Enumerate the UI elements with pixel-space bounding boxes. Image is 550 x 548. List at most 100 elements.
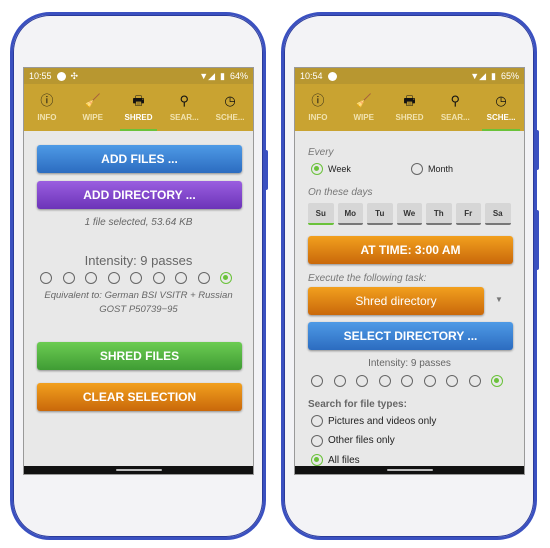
intensity-radio-3[interactable] [85, 272, 97, 284]
tab-label: INFO [37, 112, 57, 122]
tab-label: WIPE [82, 112, 103, 122]
at-time-button[interactable]: AT TIME: 3:00 AM [308, 236, 513, 264]
notification-icon [56, 71, 66, 81]
right-phone: 10:54 ▼◢ ▮ 65% ⓘ INFO 🧹 WIPE 🖶 SHRED ⚲ SEAR... ◷… [281, 12, 537, 540]
week-radio[interactable]: Week [311, 163, 351, 175]
search-icon: ⚲ [179, 92, 190, 108]
intensity-radio-2[interactable] [62, 272, 75, 284]
tab-sear[interactable]: ⚲ SEAR... [161, 84, 207, 131]
intensity-radio-1[interactable] [311, 375, 323, 387]
intensity-radio-4[interactable] [378, 375, 391, 387]
status-bar: 10:54 ▼◢ ▮ 65% [295, 68, 524, 84]
info-icon: ⓘ [40, 92, 54, 108]
file-type-option[interactable]: Pictures and videos only [311, 415, 436, 427]
intensity-radio-8[interactable] [468, 375, 481, 387]
tab-label: SEAR... [169, 112, 199, 122]
intensity-radio-5[interactable] [130, 272, 142, 284]
tab-label: SEAR... [440, 112, 470, 122]
tab-info[interactable]: ⓘ INFO [24, 84, 70, 131]
month-label: Month [428, 164, 454, 174]
tab-shred[interactable]: 🖶 SHRED [116, 84, 162, 131]
every-label: Every [308, 147, 334, 158]
file-type-label: Pictures and videos only [328, 415, 437, 427]
broom-icon: 🧹 [84, 92, 101, 108]
day-button-su[interactable]: Su [308, 203, 334, 225]
tab-label: INFO [308, 112, 328, 122]
battery-level: 65% [500, 71, 519, 81]
intensity-radio-1[interactable] [40, 272, 52, 284]
nav-bar [295, 466, 524, 474]
day-button-fr[interactable]: Fr [455, 203, 481, 225]
clear-selection-button[interactable]: CLEAR SELECTION [37, 383, 242, 411]
schedule-screen: 10:54 ▼◢ ▮ 65% ⓘ INFO 🧹 WIPE 🖶 SHRED ⚲ SEAR... ◷… [294, 67, 525, 475]
shred-files-button[interactable]: SHRED FILES [37, 342, 242, 370]
power-button [535, 130, 539, 170]
intensity-radio-9[interactable] [220, 272, 232, 284]
tab-wipe[interactable]: 🧹 WIPE [341, 84, 387, 131]
shredder-icon: 🖶 [403, 92, 416, 108]
day-button-mo[interactable]: Mo [337, 203, 363, 225]
tab-sche[interactable]: ◷ SCHE... [478, 84, 524, 131]
day-button-th[interactable]: Th [426, 203, 452, 225]
wifi-icon: ▼◢ [199, 70, 216, 81]
equivalent-line-1: Equivalent to: German BSI VSITR + Russia… [44, 290, 233, 301]
tab-sear[interactable]: ⚲ SEAR... [432, 84, 478, 131]
radio-icon [311, 454, 323, 466]
tab-bar: ⓘ INFO 🧹 WIPE 🖶 SHRED ⚲ SEAR... ◷ SCHE... [295, 84, 524, 131]
intensity-selector[interactable] [40, 272, 232, 284]
tab-shred[interactable]: 🖶 SHRED [387, 84, 433, 131]
intensity-radio-6[interactable] [423, 375, 436, 387]
status-time: 10:55 [29, 71, 52, 81]
task-dropdown[interactable]: Shred directory [308, 287, 484, 315]
intensity-radio-9[interactable] [491, 375, 503, 387]
battery-icon: ▮ [220, 70, 225, 81]
intensity-radio-4[interactable] [107, 272, 120, 284]
file-types-label: Search for file types: [308, 399, 407, 410]
tab-label: SHRED [395, 112, 424, 122]
tab-bar: ⓘ INFO 🧹 WIPE 🖶 SHRED ⚲ SEAR... ◷ SCHE... [24, 84, 253, 131]
power-button [264, 150, 268, 190]
intensity-radio-5[interactable] [401, 375, 413, 387]
add-files-button[interactable]: ADD FILES ... [37, 145, 242, 173]
file-type-label: All files [328, 454, 360, 466]
tab-label: SCHE... [215, 112, 245, 122]
add-directory-button[interactable]: ADD DIRECTORY ... [37, 181, 242, 209]
notification-icon [327, 71, 337, 81]
clock-icon: ◷ [224, 92, 236, 108]
dropdown-arrow-icon[interactable]: ▼ [495, 295, 503, 304]
file-type-option[interactable]: All files [311, 454, 360, 466]
battery-icon: ▮ [491, 70, 496, 81]
broom-icon: 🧹 [355, 92, 372, 108]
day-button-we[interactable]: We [396, 203, 422, 225]
intensity-radio-2[interactable] [333, 375, 346, 387]
intensity-radio-7[interactable] [446, 375, 458, 387]
file-type-label: Other files only [328, 435, 395, 446]
intensity-radio-3[interactable] [356, 375, 368, 387]
tab-label: SHRED [124, 112, 153, 122]
intensity-selector[interactable] [311, 375, 503, 387]
intensity-radio-7[interactable] [175, 272, 187, 284]
tab-info[interactable]: ⓘ INFO [295, 84, 341, 131]
radio-icon [311, 163, 323, 175]
tab-sche[interactable]: ◷ SCHE... [207, 84, 253, 131]
wifi-icon: ▼◢ [470, 70, 487, 81]
fan-icon: ✣ [70, 70, 79, 81]
day-buttons: Su Mo Tu We Th Fr Sa [308, 203, 511, 225]
file-type-option[interactable]: Other files only [311, 434, 395, 447]
volume-button [535, 210, 539, 270]
status-bar: 10:55 ✣ ▼◢ ▮ 64% [24, 68, 253, 84]
intensity-radio-6[interactable] [152, 272, 165, 284]
execute-label: Execute the following task: [308, 273, 427, 284]
shred-screen: 10:55 ✣ ▼◢ ▮ 64% ⓘ INFO 🧹 WIPE 🖶 SHRED ⚲ SEAR..… [23, 67, 254, 475]
tab-label: WIPE [353, 112, 374, 122]
select-directory-button[interactable]: SELECT DIRECTORY ... [308, 322, 513, 350]
radio-icon [311, 434, 323, 447]
day-button-tu[interactable]: Tu [367, 203, 393, 225]
tab-wipe[interactable]: 🧹 WIPE [70, 84, 116, 131]
info-icon: ⓘ [311, 92, 325, 108]
day-button-sa[interactable]: Sa [485, 203, 511, 225]
month-radio[interactable]: Month [411, 163, 453, 175]
clock-icon: ◷ [495, 92, 507, 108]
battery-level: 64% [229, 71, 248, 81]
intensity-radio-8[interactable] [197, 272, 210, 284]
